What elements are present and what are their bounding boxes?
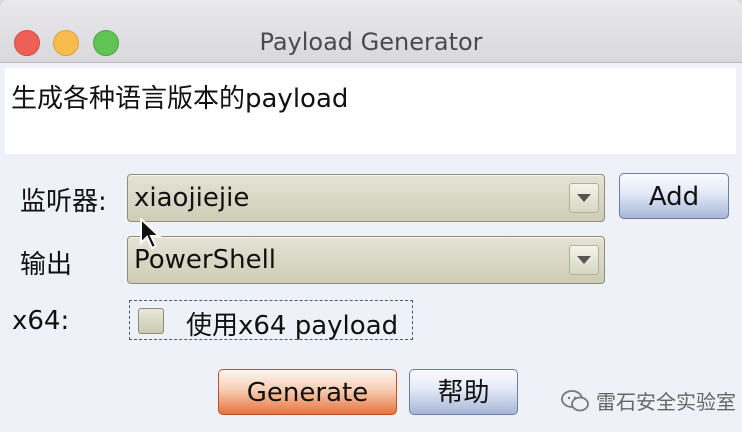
- x64-label: x64:: [12, 306, 70, 336]
- help-button[interactable]: 帮助: [409, 369, 518, 415]
- chevron-down-icon[interactable]: [569, 183, 599, 213]
- payload-generator-window: Payload Generator 生成各种语言版本的payload 监听器: …: [0, 0, 742, 432]
- generate-button[interactable]: Generate: [218, 369, 397, 415]
- output-label: 输出: [20, 250, 73, 280]
- x64-checkbox-label: 使用x64 payload: [186, 311, 399, 341]
- x64-option[interactable]: 使用x64 payload: [129, 300, 413, 341]
- watermark: 雷石安全实验室: [560, 386, 736, 415]
- description-text: 生成各种语言版本的payload: [11, 84, 349, 114]
- watermark-text: 雷石安全实验室: [596, 390, 736, 414]
- mouse-cursor-icon: [140, 216, 162, 256]
- output-combobox[interactable]: PowerShell: [127, 236, 605, 284]
- listener-label: 监听器:: [20, 187, 107, 217]
- listener-value: xiaojiejie: [134, 183, 250, 213]
- chevron-down-icon[interactable]: [569, 245, 599, 275]
- window-title: Payload Generator: [259, 28, 483, 56]
- listener-combobox[interactable]: xiaojiejie: [127, 174, 605, 222]
- description-panel: 生成各种语言版本的payload: [5, 68, 736, 154]
- wechat-icon: [561, 389, 589, 411]
- add-listener-button[interactable]: Add: [619, 173, 729, 219]
- x64-checkbox[interactable]: [138, 308, 164, 334]
- title-bar: Payload Generator: [0, 0, 742, 63]
